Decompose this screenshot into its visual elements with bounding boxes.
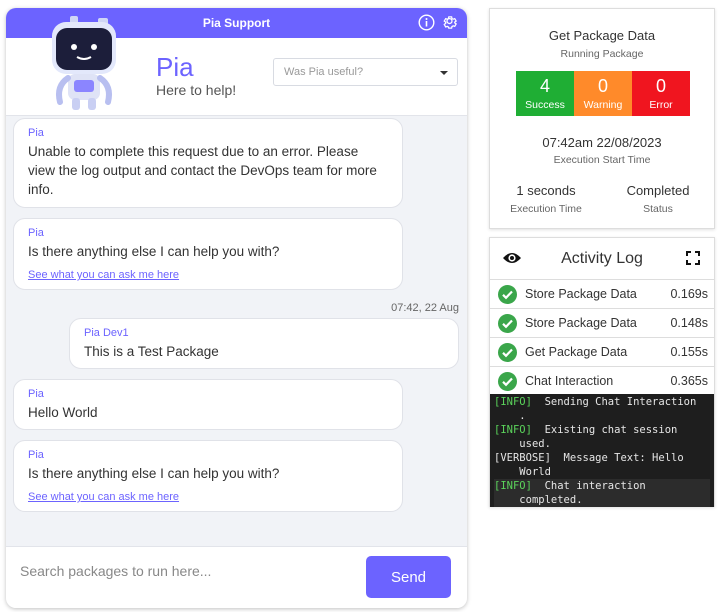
expand-icon[interactable] (686, 251, 700, 270)
chat-header: Pia Here to help! Was Pia useful? (6, 16, 467, 116)
check-circle-icon (498, 343, 517, 365)
chat-title: Pia Support (202, 16, 271, 30)
message-text: Unable to complete this request due to a… (28, 144, 377, 197)
log-item[interactable]: Store Package Data 0.148s (490, 309, 714, 338)
help-link[interactable]: See what you can ask me here (28, 491, 179, 503)
message-sender: Pia (28, 388, 44, 400)
search-input[interactable] (20, 557, 350, 585)
error-count: 0 (655, 76, 666, 96)
activity-log-card: Activity Log Store Package Data 0.169s S… (489, 237, 715, 507)
message-sender: Pia Dev1 (84, 327, 129, 339)
check-circle-icon (498, 314, 517, 336)
log-item[interactable]: Store Package Data 0.169s (490, 280, 714, 309)
console-line: [INFO] Sending Chat Interaction . (494, 395, 710, 423)
message-list: Pia Unable to complete this request due … (6, 116, 467, 522)
help-link[interactable]: See what you can ask me here (28, 269, 179, 281)
log-item-name: Chat Interaction (525, 374, 614, 388)
message-text: This is a Test Package (84, 344, 219, 359)
log-item[interactable]: Chat Interaction 0.365s (490, 367, 714, 396)
log-console[interactable]: [INFO] Sending Chat Interaction . [INFO]… (490, 394, 714, 507)
message-bubble: Pia Is there anything else I can help yo… (13, 218, 403, 290)
package-title: Get Package Data (548, 28, 656, 43)
package-summary-card: Get Package Data Running Package 4 Succe… (489, 8, 715, 229)
status-label: Status (643, 203, 673, 215)
package-status-line: Running Package (560, 48, 644, 60)
check-circle-icon (498, 372, 517, 394)
console-level: [INFO] (494, 396, 532, 408)
gear-icon[interactable] (440, 13, 459, 32)
error-label: Error (649, 99, 673, 111)
status-value: Completed (626, 183, 690, 198)
feedback-select[interactable]: Was Pia useful? (273, 58, 458, 86)
log-item-duration: 0.155s (670, 345, 708, 359)
console-line: [INFO] Existing chat session used. (494, 423, 710, 451)
log-item-duration: 0.148s (670, 316, 708, 330)
console-level: [VERBOSE] (494, 452, 551, 464)
console-line: [VERBOSE] Message Text: Hello World (494, 451, 710, 479)
message-text: Hello World (28, 405, 98, 420)
console-line: [INFO] Chat interaction completed. (494, 479, 710, 507)
chat-input-bar: Send (6, 546, 467, 608)
info-icon[interactable] (417, 13, 436, 32)
error-stat: 0 Error (632, 71, 690, 116)
console-level: [INFO] (494, 480, 532, 492)
message-bubble: Pia Unable to complete this request due … (13, 118, 403, 208)
message-sender: Pia (28, 227, 44, 239)
log-item-name: Store Package Data (525, 287, 637, 301)
log-item[interactable]: Get Package Data 0.155s (490, 338, 714, 367)
log-item-name: Get Package Data (525, 345, 628, 359)
chat-panel: Pia Support Pia Here to help! Was Pia us… (6, 8, 467, 608)
message-sender: Pia (28, 449, 44, 461)
bot-subtitle: Here to help! (156, 82, 237, 98)
message-sender: Pia (28, 127, 44, 139)
stat-row: 4 Success 0 Warning 0 Error (516, 71, 690, 116)
start-time: 07:42am 22/08/2023 (542, 135, 662, 150)
feedback-select-placeholder: Was Pia useful? (284, 66, 364, 78)
success-count: 4 (539, 76, 550, 96)
success-stat: 4 Success (516, 71, 574, 116)
activity-log-title: Activity Log (561, 250, 643, 267)
status-block: Completed Status (608, 183, 708, 215)
chevron-down-icon (440, 71, 448, 75)
message-text: Is there anything else I can help you wi… (28, 466, 280, 481)
execution-time-block: 1 seconds Execution Time (496, 183, 596, 215)
message-text: Is there anything else I can help you wi… (28, 244, 280, 259)
start-time-label: Execution Start Time (553, 154, 651, 166)
log-item-name: Store Package Data (525, 316, 637, 330)
message-bubble: Pia Hello World (13, 379, 403, 430)
execution-time: 1 seconds (516, 183, 576, 198)
check-circle-icon (498, 285, 517, 307)
execution-time-label: Execution Time (510, 203, 582, 215)
warning-count: 0 (597, 76, 608, 96)
bot-avatar (44, 12, 124, 112)
console-level: [INFO] (494, 424, 532, 436)
warning-stat: 0 Warning (574, 71, 632, 116)
send-button[interactable]: Send (366, 556, 451, 598)
activity-log-header: Activity Log (490, 238, 714, 280)
log-item-duration: 0.169s (670, 287, 708, 301)
warning-label: Warning (583, 99, 623, 111)
success-label: Success (525, 99, 565, 111)
message-bubble-user: Pia Dev1 This is a Test Package (69, 318, 459, 369)
bot-name: Pia (156, 52, 194, 82)
message-bubble: Pia Is there anything else I can help yo… (13, 440, 403, 512)
log-item-duration: 0.365s (670, 374, 708, 388)
message-timestamp: 07:42, 22 Aug (391, 302, 459, 314)
